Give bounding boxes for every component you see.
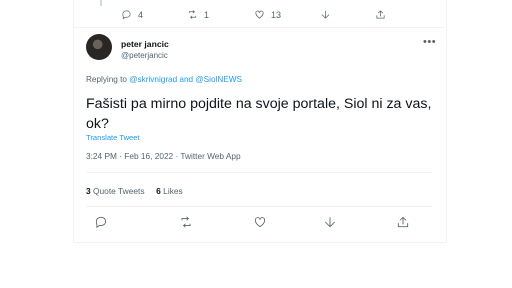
tweet-stats: 3 Quote Tweets 6 Likes: [86, 186, 183, 196]
replying-to-and: and: [177, 75, 196, 84]
likes-link[interactable]: 6 Likes: [156, 186, 183, 196]
prev-like-button[interactable]: 13: [254, 9, 281, 20]
tweet-actions: [73, 212, 445, 232]
prev-retweet-count: 1: [204, 9, 210, 20]
retweet-icon: [188, 10, 197, 19]
bookmark-icon: [321, 10, 330, 19]
replying-to-prefix: Replying to: [86, 75, 130, 84]
author-name[interactable]: peter jancic: [121, 39, 169, 49]
replying-to-user1-link[interactable]: @skrivnigrad: [129, 75, 177, 84]
likes-count: 6: [156, 186, 161, 196]
previous-tweet-actions: 4 1 13: [73, 4, 445, 26]
reply-icon[interactable]: [94, 215, 108, 229]
share-icon[interactable]: [396, 215, 410, 229]
prev-share-button[interactable]: [375, 9, 386, 20]
heart-icon[interactable]: [253, 215, 267, 229]
replying-to-user2-link[interactable]: @SiolNEWS: [195, 75, 242, 84]
avatar[interactable]: [86, 34, 112, 60]
stats-divider-top: [86, 172, 432, 173]
prev-retweet-button[interactable]: 1: [187, 9, 209, 20]
more-options-icon[interactable]: •••: [423, 36, 436, 48]
author-handle[interactable]: @peterjancic: [121, 51, 168, 60]
prev-reply-button[interactable]: 4: [121, 9, 143, 20]
reply-icon: [122, 10, 131, 20]
prev-reply-count: 4: [138, 9, 144, 20]
quote-label: Quote Tweets: [93, 186, 145, 196]
likes-label: Likes: [163, 186, 183, 196]
replying-to: Replying to @skrivnigrad and @SiolNEWS: [86, 75, 242, 84]
bookmark-icon[interactable]: [323, 215, 337, 229]
retweet-icon[interactable]: [179, 215, 193, 229]
stats-divider-bottom: [86, 206, 432, 207]
share-icon: [376, 10, 385, 19]
tweet-divider-top: [74, 27, 444, 28]
tweet-text: Fašisti pa mirno pojdite na svoje portal…: [86, 96, 432, 132]
quote-tweets-link[interactable]: 3 Quote Tweets: [86, 186, 145, 196]
quote-count: 3: [86, 186, 91, 196]
tweet-timestamp[interactable]: 3:24 PM · Feb 16, 2022 · Twitter Web App: [86, 151, 241, 161]
heart-icon: [255, 10, 264, 19]
prev-like-count: 13: [271, 9, 282, 20]
translate-tweet-link[interactable]: Translate Tweet: [86, 133, 140, 142]
prev-bookmark-button[interactable]: [320, 9, 331, 20]
